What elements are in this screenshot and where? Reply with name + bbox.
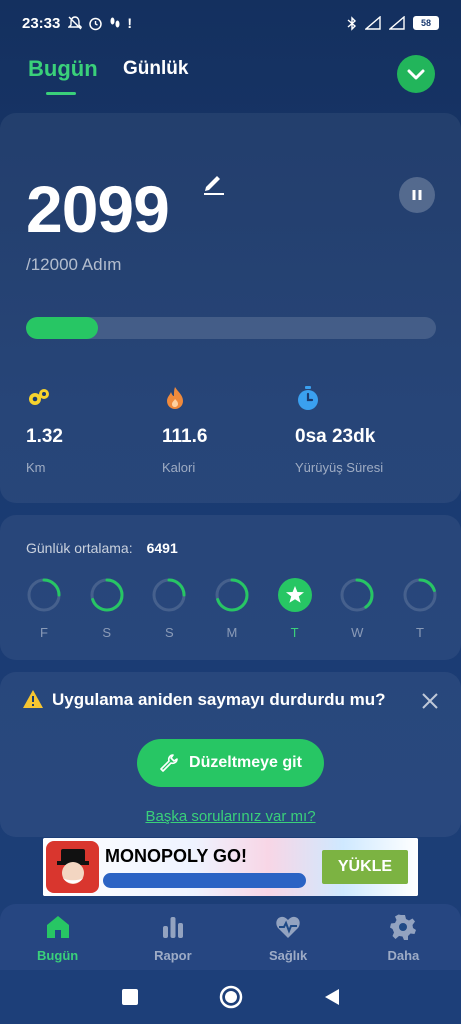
edit-icon[interactable] [200, 169, 226, 195]
weekly-card[interactable]: Günlük ortalama: 6491 F S S M T W T [0, 515, 461, 660]
day-item[interactable]: S [151, 577, 187, 640]
bluetooth-icon [347, 15, 357, 31]
day-progress-ring [277, 578, 312, 612]
steps-progress-bar [26, 317, 436, 339]
day-progress-ring [90, 578, 124, 612]
day-item[interactable]: T [277, 577, 313, 640]
flame-icon [167, 387, 183, 409]
steps-card: 2099 /12000 Adım 1.32 Km 111.6 Kalori 0s… [0, 113, 461, 503]
heart-pulse-icon [276, 916, 300, 938]
tab-daily[interactable]: Günlük [123, 58, 188, 80]
stat-value: 111.6 [162, 426, 208, 447]
exclamation-icon: ! [127, 15, 133, 31]
day-letter: T [415, 625, 424, 640]
stat-value: 0sa 23dk [295, 426, 376, 447]
day-item[interactable]: W [339, 577, 375, 640]
timer-icon [298, 386, 318, 410]
back-icon[interactable] [323, 987, 341, 1007]
nav-item-health[interactable]: Sağlık [231, 904, 346, 970]
system-nav [0, 970, 461, 1024]
nav-label: Rapor [154, 948, 192, 963]
day-letter: S [102, 625, 111, 640]
daily-average-value: 6491 [146, 540, 178, 556]
day-letter: M [226, 625, 238, 640]
check-chevron-icon[interactable] [397, 55, 435, 93]
daily-average-label: Günlük ortalama: [26, 540, 133, 556]
steps-goal: /12000 Adım [26, 255, 122, 274]
day-progress-ring [403, 578, 437, 612]
steps-count: 2099 [26, 172, 170, 246]
nav-label: Bugün [37, 948, 79, 963]
nav-item-report[interactable]: Rapor [115, 904, 230, 970]
bottom-nav: Bugün Rapor Sağlık Daha [0, 904, 461, 970]
day-letter: W [351, 625, 364, 640]
tab-today[interactable]: Bugün [28, 56, 98, 82]
stat-duration: 0sa 23dk Yürüyüş Süresi [295, 385, 383, 475]
fix-button[interactable]: Düzeltmeye git [137, 739, 324, 787]
day-progress-ring [27, 578, 61, 612]
ad-banner[interactable]: MONOPOLY GO! YÜKLE [43, 838, 418, 896]
stat-label: Km [26, 460, 46, 475]
nav-item-more[interactable]: Daha [346, 904, 461, 970]
battery-icon: 58 [413, 16, 439, 30]
signal-icon [365, 16, 381, 30]
ad-progress-bar [103, 873, 306, 888]
close-icon[interactable] [421, 692, 439, 710]
nav-label: Sağlık [268, 948, 308, 963]
mute-icon [68, 16, 83, 30]
day-item[interactable]: F [26, 577, 62, 640]
day-progress-ring [215, 578, 249, 612]
question-card: Uygulama aniden saymayı durdurdu mu? Düz… [0, 672, 461, 837]
home-circle-icon[interactable] [219, 985, 243, 1009]
status-bar: 23:33 ! 58 [0, 0, 461, 46]
gear-icon [390, 914, 417, 940]
steps-progress-fill [26, 317, 98, 339]
ad-app-logo [46, 841, 99, 893]
nav-item-today[interactable]: Bugün [0, 904, 115, 970]
day-progress-ring [152, 578, 186, 612]
steps-icon [110, 17, 120, 28]
more-questions-link[interactable]: Başka sorularınız var mı? [0, 808, 461, 825]
week-days: FSSMTWT [26, 577, 438, 640]
day-progress-ring [340, 578, 374, 612]
distance-icon [29, 389, 49, 405]
nav-label: Daha [387, 948, 420, 963]
stat-calories: 111.6 Kalori [162, 385, 207, 475]
stat-distance: 1.32 Km [26, 385, 63, 475]
header: Bugün Günlük [0, 52, 461, 102]
question-title: Uygulama aniden saymayı durdurdu mu? [52, 690, 386, 709]
stat-label: Yürüyüş Süresi [295, 460, 384, 475]
stat-label: Kalori [162, 460, 196, 475]
ad-install-button[interactable]: YÜKLE [322, 850, 408, 884]
stat-value: 1.32 [26, 426, 63, 447]
pause-icon [412, 190, 422, 200]
tab-today-underline [46, 92, 76, 95]
status-icons-left: ! [68, 15, 132, 31]
day-letter: F [40, 625, 48, 640]
status-time: 23:33 [22, 14, 61, 32]
warning-icon [23, 690, 43, 708]
day-letter: T [290, 625, 299, 640]
home-icon [46, 916, 69, 938]
day-item[interactable]: S [89, 577, 125, 640]
day-letter: S [164, 625, 174, 640]
recents-icon[interactable] [121, 988, 139, 1006]
wrench-icon [160, 754, 178, 772]
bar-chart-icon [162, 917, 183, 938]
fix-button-label: Düzeltmeye git [189, 754, 302, 771]
daily-average: Günlük ortalama: 6491 [26, 540, 178, 556]
status-icons-right: 58 [347, 15, 439, 31]
signal-icon [389, 16, 405, 30]
ad-title: MONOPOLY GO! [105, 846, 248, 866]
pause-button[interactable] [399, 177, 435, 213]
alarm-icon [89, 17, 103, 30]
day-item[interactable]: M [214, 577, 250, 640]
day-item[interactable]: T [402, 577, 438, 640]
